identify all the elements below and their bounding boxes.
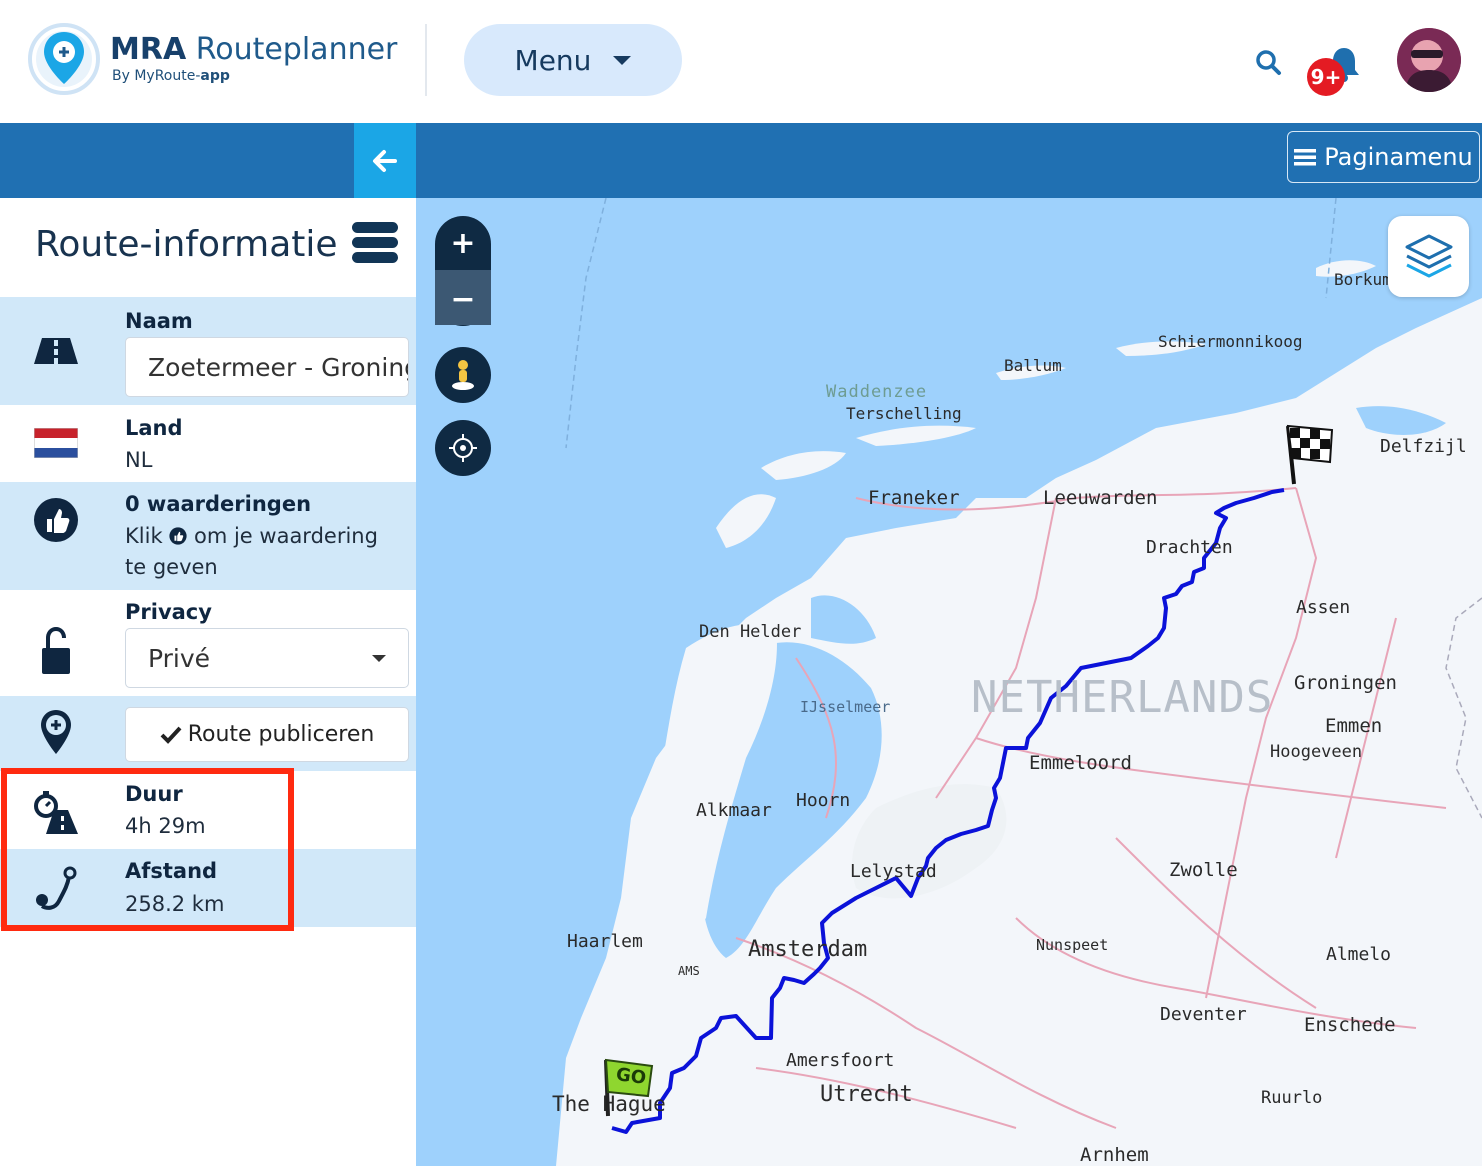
city-emmeloord: Emmeloord <box>1029 752 1132 774</box>
ratings-row: 0 waarderingen Klik om je waardering te … <box>0 482 416 590</box>
city-hoogeveen: Hoogeveen <box>1270 742 1363 762</box>
page-menu-label: Paginamenu <box>1324 143 1473 171</box>
ratings-hint: Klik om je waardering te geven <box>125 524 378 579</box>
netherlands-flag-icon <box>28 415 84 471</box>
route-pin-logo-icon <box>28 23 100 95</box>
lock-open-icon <box>28 623 84 679</box>
zoom-out-button[interactable]: − <box>435 272 491 327</box>
route-map[interactable]: NETHERLANDS Waddenzee Groningen Leeuward… <box>416 198 1482 1166</box>
place-ballum: Ballum <box>1004 356 1062 375</box>
city-assen: Assen <box>1296 597 1351 618</box>
city-nunspeet: Nunspeet <box>1036 936 1109 954</box>
start-flag-icon: GO <box>598 1056 658 1118</box>
thumbs-up-icon[interactable] <box>28 492 84 548</box>
highlight-annotation-box <box>1 768 294 931</box>
collapse-sidebar-button[interactable] <box>354 123 416 198</box>
checkmark-icon <box>160 726 182 744</box>
caret-down-icon <box>613 55 632 65</box>
city-leeuwarden: Leeuwarden <box>1043 487 1158 509</box>
city-emmen: Emmen <box>1325 715 1383 737</box>
city-den-helder: Den Helder <box>699 622 802 642</box>
city-hoorn: Hoorn <box>796 790 851 811</box>
privacy-select[interactable]: Privé <box>125 628 409 688</box>
page-toolbar <box>0 123 1482 198</box>
locate-me-button[interactable] <box>435 420 491 476</box>
thumbs-up-small-icon <box>169 527 187 545</box>
publish-row: Route publiceren <box>0 696 416 771</box>
sea-label: Waddenzee <box>826 382 928 402</box>
avatar-photo <box>1397 28 1461 92</box>
search-icon <box>1256 50 1281 75</box>
logo-title: MRA Routeplanner <box>110 32 398 67</box>
lake-ijsselmeer: IJsselmeer <box>800 698 891 716</box>
city-almelo: Almelo <box>1326 944 1392 965</box>
city-drachten: Drachten <box>1146 537 1233 558</box>
city-groningen: Groningen <box>1294 672 1397 694</box>
name-label: Naam <box>125 309 193 333</box>
island-terschelling: Terschelling <box>846 404 962 423</box>
crosshair-icon <box>449 434 477 462</box>
city-lelystad: Lelystad <box>850 861 937 882</box>
map-layers-button[interactable] <box>1388 216 1469 297</box>
city-alkmaar: Alkmaar <box>696 800 772 821</box>
finish-flag-icon <box>1286 424 1334 485</box>
privacy-value: Privé <box>148 643 211 673</box>
airport-ams: AMS <box>678 964 700 978</box>
route-name-input[interactable]: Zoetermeer - Groningen <box>125 337 409 397</box>
pegman-icon <box>452 360 474 390</box>
privacy-row: Privacy Privé <box>0 590 416 696</box>
island-schiermonnikoog: Schiermonnikoog <box>1158 332 1303 351</box>
notifications-button[interactable]: 9+ <box>1304 40 1364 96</box>
zoom-in-button[interactable]: + <box>435 216 491 271</box>
city-enschede: Enschede <box>1304 1014 1396 1036</box>
city-franeker: Franeker <box>868 487 960 509</box>
name-row: Naam Zoetermeer - Groningen <box>0 297 416 405</box>
publish-route-button[interactable]: Route publiceren <box>125 707 409 762</box>
road-icon <box>28 323 84 379</box>
city-haarlem: Haarlem <box>567 931 643 952</box>
logo-subtitle: By MyRoute-app <box>112 68 230 84</box>
country-label: Land <box>125 416 183 440</box>
route-info-sidebar: Route-informatie Naam Zoetermeer - Groni… <box>0 198 416 1166</box>
city-deventer: Deventer <box>1160 1004 1247 1025</box>
privacy-label: Privacy <box>125 600 212 624</box>
menu-label: Menu <box>514 43 592 77</box>
country-row: Land NL <box>0 405 416 482</box>
app-header: MRA Routeplanner By MyRoute-app Menu 9+ <box>0 0 1482 123</box>
page-menu-button[interactable]: Paginamenu <box>1287 131 1480 183</box>
city-amsterdam: Amsterdam <box>748 937 868 962</box>
chevron-down-icon <box>372 655 386 662</box>
notification-badge: 9+ <box>1307 58 1345 96</box>
city-arnhem: Arnhem <box>1080 1144 1149 1166</box>
country-value: NL <box>125 448 153 472</box>
header-divider <box>425 24 427 96</box>
city-ruurlo: Ruurlo <box>1261 1088 1323 1108</box>
search-button[interactable] <box>1252 46 1286 80</box>
city-utrecht: Utrecht <box>820 1082 913 1107</box>
mra-logo[interactable]: MRA Routeplanner By MyRoute-app <box>24 22 398 96</box>
main-menu-button[interactable]: Menu <box>464 24 682 96</box>
city-delfzijl: Delfzijl <box>1380 436 1467 457</box>
start-flag-label: GO <box>614 1064 648 1089</box>
user-avatar[interactable] <box>1397 28 1461 92</box>
city-zwolle: Zwolle <box>1169 859 1238 881</box>
street-view-button[interactable] <box>435 347 491 403</box>
island-borkum: Borkum <box>1334 270 1392 289</box>
ratings-label: 0 waarderingen <box>125 492 312 516</box>
country-label: NETHERLANDS <box>971 672 1274 723</box>
city-amersfoort: Amersfoort <box>786 1050 895 1071</box>
add-location-pin-icon <box>28 704 84 760</box>
arrow-left-icon <box>373 149 397 172</box>
sidebar-title: Route-informatie <box>35 224 338 265</box>
zoom-control: + − <box>435 216 491 326</box>
sidebar-menu-icon[interactable] <box>352 222 398 266</box>
layers-icon <box>1405 234 1452 277</box>
hamburger-icon <box>1294 149 1317 166</box>
